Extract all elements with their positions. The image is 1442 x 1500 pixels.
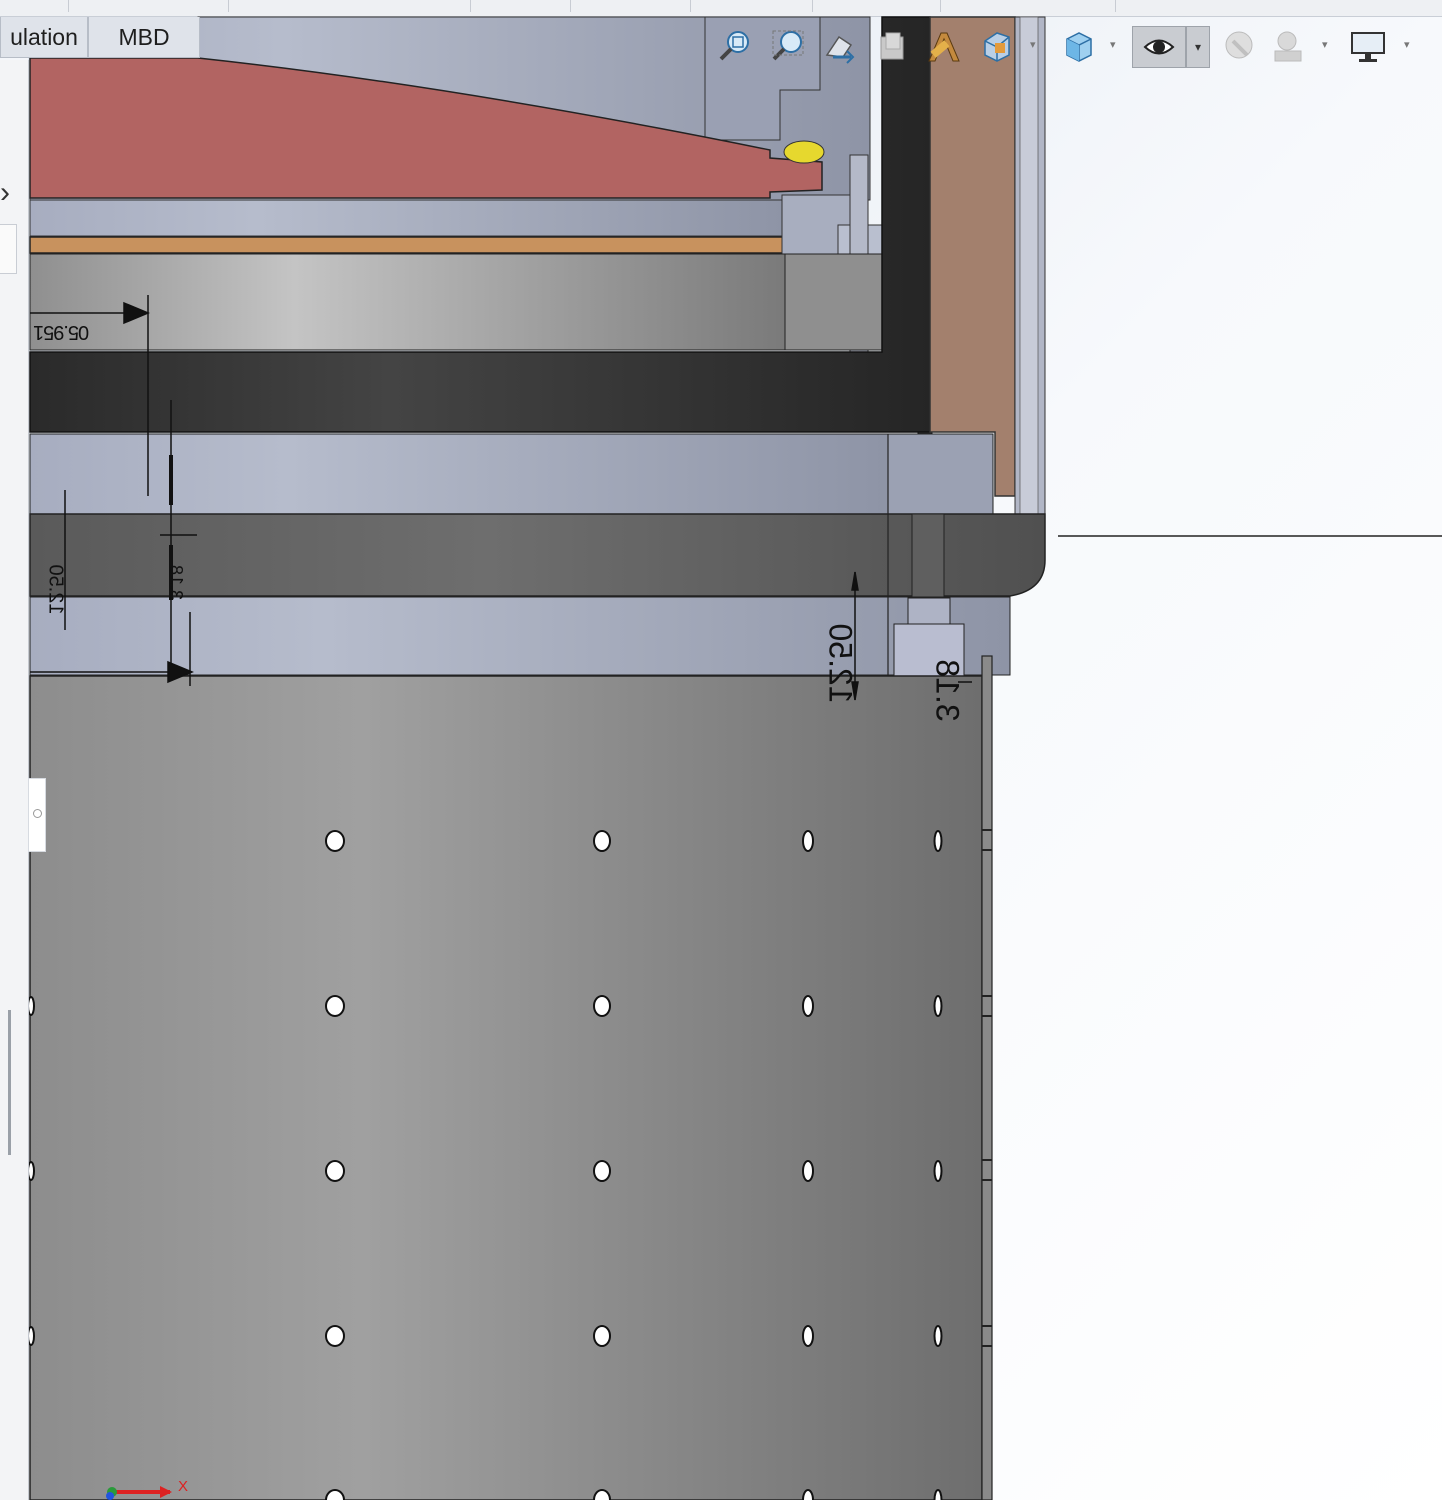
dimension-label-4[interactable]: 12.50	[822, 623, 859, 703]
bolt-shaft	[911, 513, 945, 599]
zoom-to-area-icon[interactable]	[768, 26, 808, 66]
view-settings-dropdown-icon[interactable]: ▾	[1404, 40, 1414, 51]
display-style-dropdown-icon[interactable]: ▾	[1110, 40, 1120, 51]
chevron-right-icon[interactable]: ›	[0, 178, 10, 208]
apply-scene-dropdown-icon[interactable]: ▾	[1322, 40, 1332, 51]
dimension-label-3[interactable]: 3.18	[165, 565, 186, 600]
copper-band	[29, 236, 836, 254]
section-view-icon[interactable]	[872, 26, 912, 66]
edit-appearance-icon[interactable]	[1218, 26, 1258, 66]
blue-band	[29, 199, 786, 237]
gray-cylinder	[29, 253, 786, 351]
bolt-neck	[907, 597, 951, 625]
blue-flange	[29, 433, 889, 515]
brown-housing	[929, 16, 1016, 497]
tab-mbd[interactable]: MBD	[88, 17, 200, 58]
graphics-viewport[interactable]	[0, 0, 1442, 1500]
triad-x-label: X	[178, 1478, 189, 1495]
display-style-icon[interactable]	[1058, 26, 1098, 66]
tab-simulation[interactable]: ulation	[0, 17, 88, 58]
dynamic-annotation-icon[interactable]	[924, 26, 964, 66]
hide-show-dropdown-icon[interactable]: ▾	[1186, 26, 1210, 68]
blue-flange-right	[887, 433, 994, 515]
hide-show-items-icon[interactable]	[1132, 26, 1186, 68]
view-orientation-dropdown-icon[interactable]: ▾	[1030, 40, 1040, 51]
view-orientation-icon[interactable]	[976, 26, 1016, 66]
lower-flange	[29, 596, 1011, 676]
panel-collapse-box[interactable]	[0, 224, 17, 274]
heads-up-view-toolbar: ▾ ▾ ▾ ▾ ▾	[700, 24, 1442, 70]
zoom-to-fit-icon[interactable]	[716, 26, 756, 66]
panel-scrollbar[interactable]	[8, 1010, 11, 1155]
dimension-label-2[interactable]: 12.50	[44, 564, 67, 614]
view-settings-icon[interactable]	[1348, 26, 1388, 66]
dimension-label-5[interactable]: 3.18	[929, 659, 966, 721]
panel-splitter-handle[interactable]	[28, 778, 46, 852]
outer-shell-inner	[1019, 16, 1039, 533]
gray-cylinder-right	[784, 253, 884, 351]
perforated-plate	[29, 675, 983, 1500]
previous-view-icon[interactable]	[820, 26, 860, 66]
feature-manager-panel-edge: ›	[0, 60, 29, 1500]
plate-edge	[981, 655, 993, 1500]
apply-scene-icon[interactable]	[1268, 26, 1308, 66]
dimension-label-1[interactable]: 05.951	[34, 320, 89, 343]
yellow-seal-top	[783, 140, 825, 164]
